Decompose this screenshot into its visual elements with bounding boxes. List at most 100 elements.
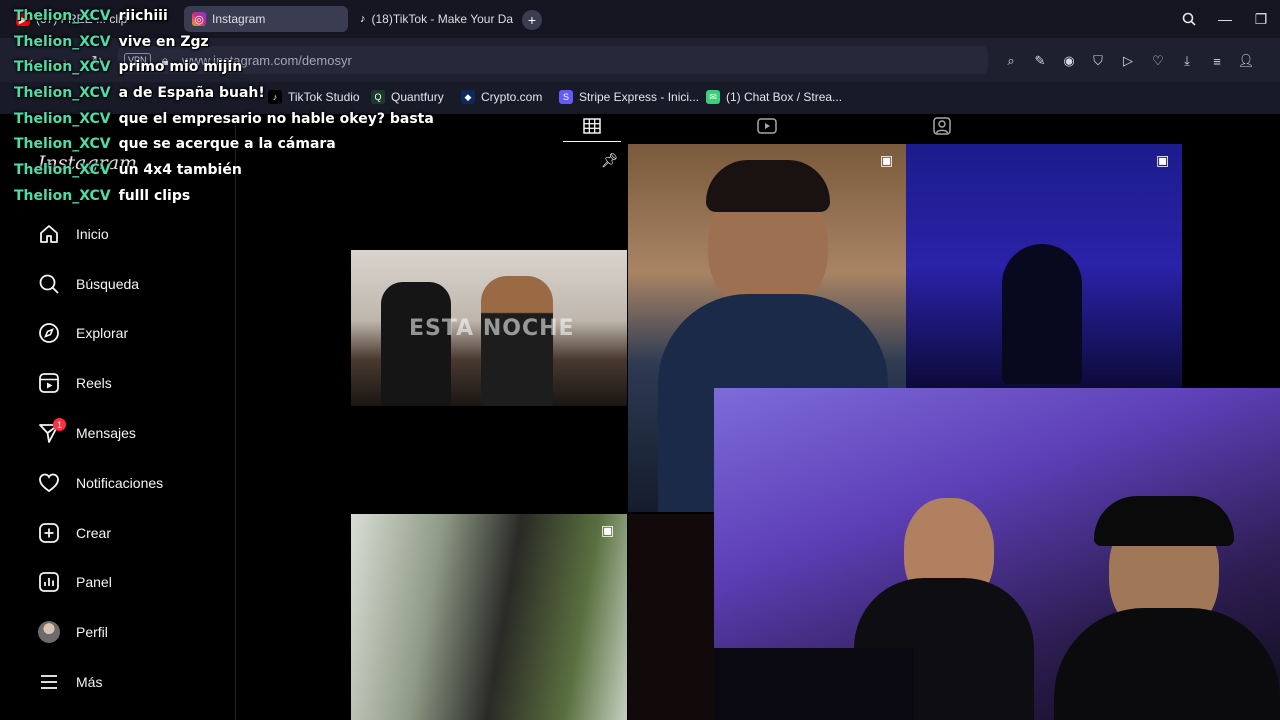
person-hair (706, 160, 830, 212)
grid-icon (583, 117, 601, 139)
tab-tagged[interactable] (922, 114, 962, 142)
reels-icon (757, 117, 777, 139)
chat-text: riichiii (118, 8, 168, 24)
tiktok-icon: ♪ (360, 13, 366, 25)
bookmark-stripe[interactable]: S Stripe Express - Inici... (559, 90, 699, 104)
edit-icon[interactable]: ✎ (1031, 52, 1049, 70)
heart-icon (36, 470, 62, 496)
nav-notificaciones[interactable]: Notificaciones (36, 467, 163, 499)
compass-icon (36, 320, 62, 346)
chat-username: Thelion_XCV (14, 111, 111, 127)
bookmark-label: (1) Chat Box / Strea... (726, 90, 843, 104)
chat-username: Thelion_XCV (14, 8, 111, 24)
quantfury-icon: Q (371, 90, 385, 104)
chat-message: Thelion_XCV riichiii (14, 8, 168, 32)
post-tile[interactable]: ESTA NOCHE 📌︎ (351, 144, 627, 512)
reel-icon: ▣ (601, 522, 615, 538)
new-tab-button[interactable]: + (522, 10, 542, 30)
stripe-icon: S (559, 90, 573, 104)
profile-icon[interactable]: 👤︎ (1237, 52, 1255, 70)
bookmark-label: TikTok Studio (288, 90, 360, 104)
chat-text: que se acerque a la cámara (118, 136, 336, 152)
nav-label: Búsqueda (76, 276, 140, 292)
nav-busqueda[interactable]: Búsqueda (36, 268, 139, 300)
post-tile[interactable]: ▣ (351, 514, 627, 720)
messages-icon: 1 (36, 418, 66, 446)
tab-tiktok[interactable]: ♪ (18)TikTok - Make Your Da (352, 6, 516, 32)
person-shirt (1054, 608, 1280, 720)
favorite-icon[interactable]: ♡ (1149, 52, 1167, 70)
tiktok-icon: ♪ (268, 90, 282, 104)
chat-message: Thelion_XCV fulll clips (14, 188, 190, 212)
chat-text: un 4x4 también (118, 162, 242, 178)
pin-icon: 📌︎ (601, 152, 619, 168)
chart-icon (36, 569, 62, 595)
post-tile[interactable] (628, 514, 714, 720)
chat-text: primo mio mijin (118, 59, 243, 75)
reels-icon (36, 370, 62, 396)
tab-posts[interactable] (572, 114, 612, 142)
zoom-icon[interactable]: ⌕ (1002, 52, 1020, 70)
chat-username: Thelion_XCV (14, 34, 111, 50)
bookmark-quantfury[interactable]: Q Quantfury (371, 90, 444, 104)
chat-message: Thelion_XCV primo mio mijin (14, 59, 242, 83)
nav-label: Más (76, 674, 103, 690)
nav-label: Explorar (76, 325, 129, 341)
tab-reels[interactable] (747, 114, 787, 142)
tab-instagram[interactable]: ◎ Instagram (184, 6, 348, 32)
nav-explorar[interactable]: Explorar (36, 317, 128, 349)
send-icon[interactable]: ▷ (1119, 52, 1137, 70)
chat-message: Thelion_XCV que se acerque a la cámara (14, 136, 336, 160)
chat-text: fulll clips (118, 188, 191, 204)
guests-webcam (714, 388, 1280, 720)
person-silhouette (481, 276, 553, 406)
bookmark-tiktok-studio[interactable]: ♪ TikTok Studio (268, 90, 360, 104)
nav-inicio[interactable]: Inicio (36, 218, 109, 250)
search-icon (36, 271, 62, 297)
chat-message: Thelion_XCV que el empresario no hable ok… (14, 111, 434, 135)
reel-icon: ▣ (1156, 152, 1170, 168)
sidebar-menu-icon[interactable]: ≡ (1208, 52, 1226, 70)
nav-mensajes[interactable]: 1 Mensajes (36, 417, 136, 449)
nav-panel[interactable]: Panel (36, 566, 112, 598)
nav-label: Inicio (76, 226, 109, 242)
bookmark-label: Quantfury (391, 90, 444, 104)
nav-label: Perfil (76, 624, 108, 640)
person-silhouette (381, 282, 451, 406)
chat-text: a de España buah! (118, 85, 265, 101)
menu-icon (36, 669, 62, 695)
active-tab-indicator (563, 141, 621, 142)
nav-reels[interactable]: Reels (36, 367, 112, 399)
nav-label: Mensajes (76, 425, 136, 441)
chat-username: Thelion_XCV (14, 85, 111, 101)
nav-crear[interactable]: Crear (36, 517, 111, 549)
nav-label: Crear (76, 525, 112, 541)
chat-username: Thelion_XCV (14, 136, 111, 152)
bookmark-label: Crypto.com (481, 90, 543, 104)
chat-message: Thelion_XCV un 4x4 también (14, 162, 242, 186)
bookmark-chatbox[interactable]: ✉ (1) Chat Box / Strea... (706, 90, 842, 104)
nav-label: Reels (76, 375, 112, 391)
search-tabs-icon[interactable] (1180, 10, 1198, 28)
tagged-icon (933, 116, 951, 140)
tab-label: Instagram (212, 12, 266, 26)
nav-perfil[interactable]: Perfil (36, 616, 108, 648)
chat-text: que el empresario no hable okey? basta (118, 111, 434, 127)
post-overlay-text: ESTA NOCHE (409, 316, 575, 341)
camera-icon[interactable]: ◉ (1060, 52, 1078, 70)
chat-text: vive en Zgz (118, 34, 209, 50)
bookmark-label: Stripe Express - Inici... (579, 90, 700, 104)
chat-username: Thelion_XCV (14, 162, 111, 178)
maximize-icon[interactable]: ❐ (1252, 10, 1270, 28)
bookmark-crypto[interactable]: ◆ Crypto.com (461, 90, 542, 104)
instagram-icon: ◎ (192, 12, 206, 26)
minimize-icon[interactable]: — (1216, 10, 1234, 28)
nav-mas[interactable]: Más (36, 666, 102, 698)
shield-icon[interactable]: ⛉ (1089, 52, 1107, 70)
chatbox-icon: ✉ (706, 90, 720, 104)
chat-username: Thelion_XCV (14, 59, 111, 75)
download-icon[interactable]: ⤓ (1178, 52, 1196, 70)
post-tile[interactable]: ▣ (906, 144, 1182, 388)
nav-label: Notificaciones (76, 475, 164, 491)
reel-icon: ▣ (880, 152, 894, 168)
